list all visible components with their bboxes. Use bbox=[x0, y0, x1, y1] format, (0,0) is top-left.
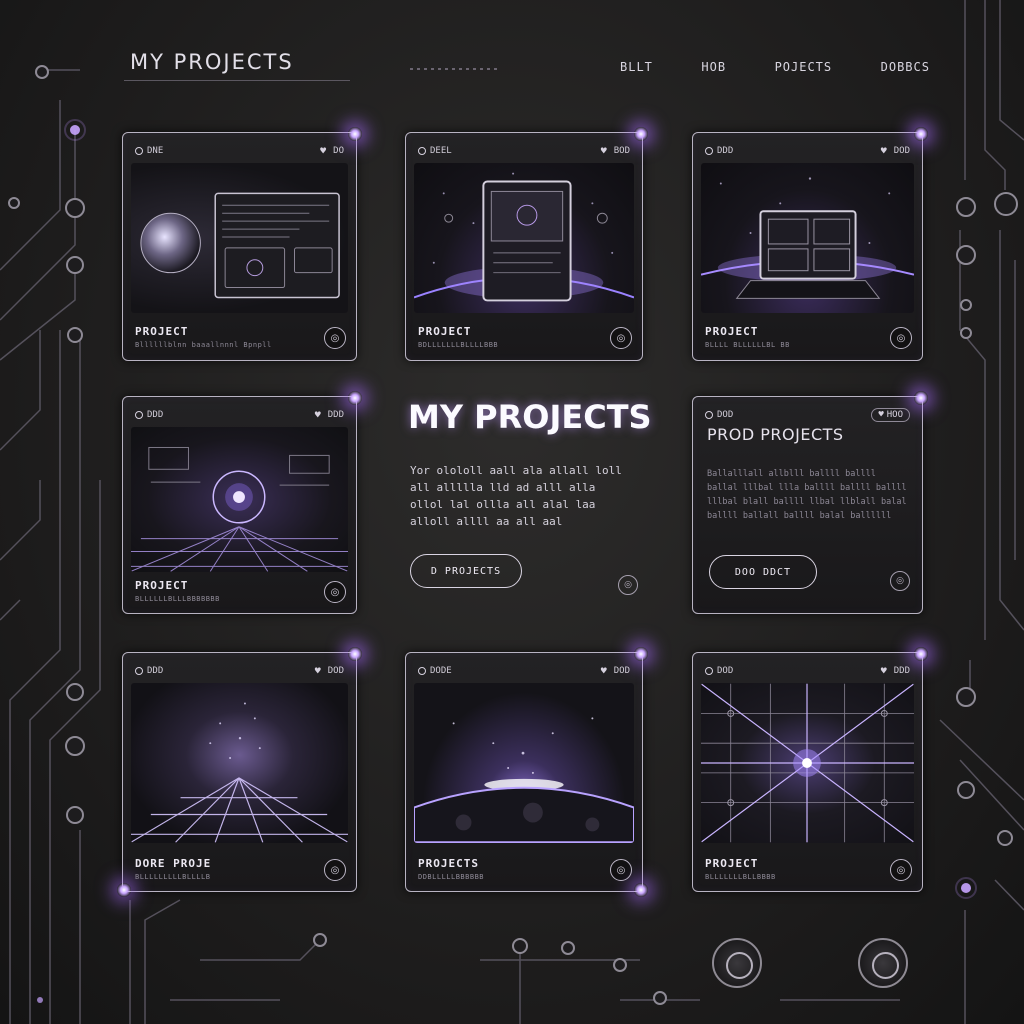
heart-icon: ♥ bbox=[314, 409, 321, 421]
ring-icon[interactable]: ◎ bbox=[618, 575, 638, 595]
nav-item-4[interactable]: DOBBCS bbox=[881, 60, 930, 74]
card-open-button[interactable]: ◎ bbox=[610, 859, 632, 881]
nav-item-projects[interactable]: POJECTS bbox=[775, 60, 833, 74]
hero-description: Yor olololl aall ala allall loll all all… bbox=[410, 464, 622, 528]
card-tag-left: DDD bbox=[135, 666, 163, 676]
card-label: PROJECT bbox=[135, 325, 189, 338]
card-thumbnail bbox=[131, 163, 348, 313]
title-underline bbox=[124, 80, 350, 81]
card-tag-left: DDD bbox=[705, 146, 733, 156]
project-card-2[interactable]: DEEL ♥ BOD PROJECT BDLLLLLLLBLLLLBBB ◎ bbox=[405, 127, 648, 361]
card-glow bbox=[117, 883, 131, 897]
card-subtitle: BDLLLLLLLBLLLLBBB bbox=[418, 341, 499, 349]
card-glow bbox=[914, 391, 928, 405]
card-thumbnail bbox=[701, 683, 914, 843]
card-label: DORE PROJE bbox=[135, 857, 212, 870]
card-subtitle: DDBLLLLLBBBBBB bbox=[418, 873, 485, 881]
project-card-3[interactable]: DDD ♥ DOD PROJECT BLLLL BLLLLLLBL BB ◎ bbox=[692, 127, 928, 361]
top-nav: BLLT HOB POJECTS DOBBCS bbox=[620, 60, 930, 74]
card-glow bbox=[348, 127, 362, 141]
card-subtitle: BLLLLLLLLLBLLLLB bbox=[135, 873, 211, 881]
text-project-card[interactable]: DOD ♥ HOO PROD PROJECTS Ballalllall allbl… bbox=[692, 391, 928, 614]
card-tag-right: ♥ DO bbox=[320, 145, 344, 157]
card-label: PROJECT bbox=[135, 579, 189, 592]
circle-icon: ◎ bbox=[896, 864, 906, 876]
card-subtitle: BLLLL BLLLLLLBL BB bbox=[705, 341, 790, 349]
circle-icon: ◎ bbox=[616, 864, 626, 876]
project-card-5[interactable]: DDD ♥ DOD DORE PROJE BLLLLLLLLLBLLLLB ◎ bbox=[117, 647, 362, 897]
card-tag-left: DODE bbox=[418, 666, 452, 676]
card-glow bbox=[914, 127, 928, 141]
card-tag-left: DNE bbox=[135, 146, 163, 156]
nav-item-1[interactable]: BLLT bbox=[620, 60, 653, 74]
site-title: MY PROJECTS bbox=[130, 50, 294, 74]
text-card-button[interactable]: DOO DDCT bbox=[709, 555, 817, 589]
project-card-1[interactable]: DNE ♥ DO PROJECT Bllllllblnn baaallnnnl B… bbox=[122, 127, 362, 361]
card-label: PROJECT bbox=[705, 325, 759, 338]
project-card-7[interactable]: DOD ♥ DDD PROJECT BLLLLLLLBLLBBBB ◎ bbox=[692, 647, 928, 892]
heart-icon: ♥ bbox=[600, 145, 607, 157]
heart-icon: ♥ bbox=[600, 665, 607, 677]
card-label: PROJECT bbox=[418, 325, 472, 338]
card-badge: ♥ HOO bbox=[871, 408, 910, 422]
card-thumbnail bbox=[131, 427, 348, 572]
card-open-button[interactable]: ◎ bbox=[324, 327, 346, 349]
heart-icon: ♥ bbox=[320, 145, 327, 157]
card-open-button[interactable]: ◎ bbox=[890, 859, 912, 881]
project-card-6[interactable]: DODE ♥ DOD PROJECTS DDBLLLLLBBBBBB ◎ bbox=[405, 647, 648, 897]
card-thumbnail bbox=[131, 683, 348, 843]
circle-icon: ◎ bbox=[616, 332, 626, 344]
card-subtitle: BLLLLLLBLLLBBBBBBB bbox=[135, 595, 220, 603]
card-open-button[interactable]: ◎ bbox=[610, 327, 632, 349]
card-glow bbox=[348, 647, 362, 661]
card-tag-left: DOD bbox=[705, 410, 733, 420]
card-thumbnail bbox=[701, 163, 914, 313]
card-tag-right: ♥ DOD bbox=[314, 665, 344, 677]
heart-icon: ♥ bbox=[880, 145, 887, 157]
bottom-knob-left bbox=[712, 938, 762, 988]
nav-item-2[interactable]: HOB bbox=[701, 60, 726, 74]
heart-icon: ♥ bbox=[314, 665, 321, 677]
bottom-knob-right bbox=[858, 938, 908, 988]
card-open-button[interactable]: ◎ bbox=[324, 859, 346, 881]
card-open-button[interactable]: ◎ bbox=[324, 581, 346, 603]
card-tag-right: ♥ DDD bbox=[880, 665, 910, 677]
circle-icon: ◎ bbox=[896, 332, 906, 344]
card-subtitle: BLLLLLLLBLLBBBB bbox=[705, 873, 776, 881]
card-label: PROJECTS bbox=[418, 857, 479, 870]
card-label: PROJECT bbox=[705, 857, 759, 870]
card-open-button[interactable]: ◎ bbox=[890, 327, 912, 349]
hero-title: MY PROJECTS bbox=[408, 398, 652, 436]
card-thumbnail bbox=[414, 163, 634, 313]
circle-icon: ◎ bbox=[330, 586, 340, 598]
card-tag-right: ♥ BOD bbox=[600, 145, 630, 157]
card-subtitle: Bllllllblnn baaallnnnl Bpnpll bbox=[135, 341, 272, 349]
hero-projects-button[interactable]: D PROJECTS bbox=[410, 554, 522, 588]
card-tag-left: DEEL bbox=[418, 146, 452, 156]
card-tag-right: ♥ DDD bbox=[314, 409, 344, 421]
card-tag-left: DDD bbox=[135, 410, 163, 420]
card-tag-left: DOD bbox=[705, 666, 733, 676]
project-card-4[interactable]: DDD ♥ DDD PROJECT BLLLLLLBLLLBBBBBBB ◎ bbox=[122, 391, 362, 614]
card-glow bbox=[634, 127, 648, 141]
circle-icon: ◎ bbox=[330, 864, 340, 876]
card-thumbnail bbox=[414, 683, 634, 843]
card-glow bbox=[634, 647, 648, 661]
ring-icon[interactable]: ◎ bbox=[890, 571, 910, 591]
card-glow bbox=[634, 883, 648, 897]
text-card-title: PROD PROJECTS bbox=[707, 425, 844, 444]
circle-icon: ◎ bbox=[330, 332, 340, 344]
heart-icon: ♥ bbox=[880, 665, 887, 677]
card-tag-right: ♥ DOD bbox=[600, 665, 630, 677]
text-card-body: Ballalllall allblll ballll ballll ballal… bbox=[707, 469, 907, 521]
card-tag-right: ♥ DOD bbox=[880, 145, 910, 157]
heart-icon: ♥ bbox=[878, 410, 884, 420]
header-divider bbox=[410, 68, 500, 70]
card-glow bbox=[914, 647, 928, 661]
card-glow bbox=[348, 391, 362, 405]
